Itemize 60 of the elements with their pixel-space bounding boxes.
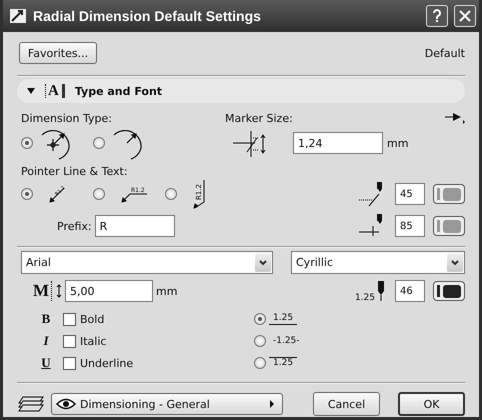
marker-size-field[interactable]: 1,24 xyxy=(293,132,383,154)
section-title: Type and Font xyxy=(74,84,162,98)
radio-button[interactable] xyxy=(21,188,33,200)
disclosure-triangle-icon xyxy=(27,87,35,95)
radio-button[interactable] xyxy=(254,357,266,369)
pen-number-field[interactable]: 85 xyxy=(395,215,425,237)
field-label: Prefix: xyxy=(57,220,92,232)
favorites-button[interactable]: Favorites... xyxy=(19,42,97,64)
pen-toggle[interactable] xyxy=(433,184,465,204)
chevron-down-icon xyxy=(259,260,267,266)
dialog-button[interactable]: Cancel xyxy=(313,392,380,416)
text-style-icon: I xyxy=(39,333,53,349)
checkbox-label: Italic xyxy=(80,334,108,348)
question-mark-icon xyxy=(432,9,442,23)
pen-size-label: 1.25 xyxy=(354,293,375,303)
script-dropdown[interactable]: Cyrillic xyxy=(291,251,465,274)
checkbox[interactable] xyxy=(63,312,76,326)
checkbox-label: Bold xyxy=(80,312,106,326)
radio-button[interactable] xyxy=(93,188,105,200)
layers-icon xyxy=(17,395,45,413)
pen-toggle[interactable] xyxy=(433,281,465,301)
section-header[interactable]: A Type and Font xyxy=(17,79,465,103)
layer-dropdown[interactable]: Dimensioning - General xyxy=(51,393,283,415)
checkbox[interactable] xyxy=(63,356,76,370)
unit-label: mm xyxy=(156,284,178,298)
pen-number-field[interactable]: 46 xyxy=(395,280,425,302)
help-button[interactable] xyxy=(426,5,448,27)
radio-button[interactable] xyxy=(254,313,266,325)
text-style-icon: B xyxy=(39,311,53,327)
pen-toggle[interactable] xyxy=(433,216,465,236)
dialog-button[interactable]: OK xyxy=(398,392,465,416)
text-style-icon: U xyxy=(39,355,53,371)
font-dropdown[interactable]: Arial xyxy=(21,251,273,274)
checkbox[interactable] xyxy=(63,334,76,348)
preset-label: Default xyxy=(424,46,465,60)
unit-label: mm xyxy=(387,136,408,150)
height-arrow-icon xyxy=(56,284,62,298)
radio-button[interactable] xyxy=(254,335,266,347)
window-title: Radial Dimension Default Settings xyxy=(33,8,262,24)
eye-icon xyxy=(56,398,76,410)
field-label: Marker Size: xyxy=(225,112,293,124)
radio-button[interactable] xyxy=(165,188,177,200)
chevron-down-icon xyxy=(451,260,459,266)
arrow-marker-icon[interactable] xyxy=(445,111,465,125)
window-icon xyxy=(9,7,27,25)
pen-icon xyxy=(375,279,387,303)
caret-icon xyxy=(270,400,274,408)
close-button[interactable] xyxy=(454,5,476,27)
radio-button[interactable] xyxy=(93,137,105,149)
pen-number-field[interactable]: 45 xyxy=(395,183,425,205)
radio-button[interactable] xyxy=(21,137,33,149)
text-position-sample: 1.25 xyxy=(269,357,298,369)
field-label: Pointer Line & Text: xyxy=(21,165,128,178)
field-label: Dimension Type: xyxy=(21,112,113,124)
text-position-sample: -1.25- xyxy=(272,336,301,346)
close-icon xyxy=(459,10,471,22)
prefix-field[interactable]: R xyxy=(94,215,175,237)
text-position-sample: 1.25 xyxy=(269,313,298,325)
checkbox-label: Underline xyxy=(80,356,134,370)
text-size-field[interactable]: 5,00 xyxy=(65,280,154,302)
